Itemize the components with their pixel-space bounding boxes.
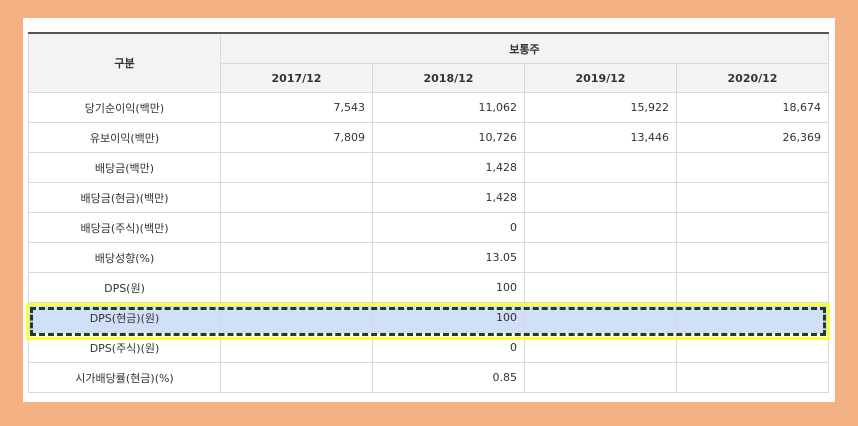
table-cell: 26,369: [676, 122, 829, 153]
header-year: 2020/12: [676, 63, 829, 93]
table-cell: 7,809: [220, 122, 373, 153]
row-label: DPS(원): [28, 272, 221, 303]
row-label: DPS(주식)(원): [28, 332, 221, 363]
table-cell: [220, 182, 373, 213]
table-row: 배당금(주식)(백만) 0: [28, 212, 829, 243]
row-label: 배당금(현금)(백만): [28, 182, 221, 213]
table-cell: [220, 332, 373, 363]
table-cell: 10,726: [372, 122, 525, 153]
table-cell: [524, 182, 677, 213]
table-cell: 100: [372, 302, 525, 333]
row-label: DPS(현금)(원): [28, 302, 221, 333]
table-row: 유보이익(백만) 7,809 10,726 13,446 26,369: [28, 122, 829, 153]
header-category: 구분: [28, 32, 221, 93]
table-cell: [676, 362, 829, 393]
row-label: 당기순이익(백만): [28, 92, 221, 123]
table-row: 시가배당률(현금)(%) 0.85: [28, 362, 829, 393]
table-row-highlighted: DPS(현금)(원) 100: [28, 302, 829, 333]
table-cell: [524, 152, 677, 183]
dividend-table: 구분 보통주 2017/12 2018/12 2019/12 2020/12 당…: [28, 32, 829, 393]
row-label: 배당금(주식)(백만): [28, 212, 221, 243]
table-row: 배당성향(%) 13.05: [28, 242, 829, 273]
table-cell: 0.85: [372, 362, 525, 393]
table-row: 배당금(백만) 1,428: [28, 152, 829, 183]
row-label: 시가배당률(현금)(%): [28, 362, 221, 393]
header-year: 2019/12: [524, 63, 677, 93]
table-cell: [220, 152, 373, 183]
table-cell: [220, 212, 373, 243]
table-cell: [220, 242, 373, 273]
table-cell: [524, 332, 677, 363]
table-cell: [524, 272, 677, 303]
table-cell: [676, 242, 829, 273]
table-cell: 7,543: [220, 92, 373, 123]
table-row: DPS(주식)(원) 0: [28, 332, 829, 363]
table-cell: 15,922: [524, 92, 677, 123]
row-label: 배당성향(%): [28, 242, 221, 273]
table-cell: 18,674: [676, 92, 829, 123]
header-common-stock: 보통주: [220, 32, 829, 64]
table-cell: [676, 182, 829, 213]
row-label: 유보이익(백만): [28, 122, 221, 153]
table-cell: 13,446: [524, 122, 677, 153]
table-cell: [220, 302, 373, 333]
table-row: 당기순이익(백만) 7,543 11,062 15,922 18,674: [28, 92, 829, 123]
table-cell: 100: [372, 272, 525, 303]
table-cell: [220, 272, 373, 303]
table-cell: [524, 362, 677, 393]
header-year: 2017/12: [220, 63, 373, 93]
dividend-table-panel: 구분 보통주 2017/12 2018/12 2019/12 2020/12 당…: [23, 18, 835, 402]
table-cell: [676, 332, 829, 363]
table-cell: [524, 302, 677, 333]
table-cell: 13.05: [372, 242, 525, 273]
header-year: 2018/12: [372, 63, 525, 93]
table-cell: [524, 242, 677, 273]
table-cell: 0: [372, 212, 525, 243]
table-cell: 0: [372, 332, 525, 363]
table-cell: [524, 212, 677, 243]
table-cell: [676, 272, 829, 303]
table-row: DPS(원) 100: [28, 272, 829, 303]
orange-frame: 구분 보통주 2017/12 2018/12 2019/12 2020/12 당…: [0, 0, 858, 426]
table-cell: [676, 212, 829, 243]
table-cell: [220, 362, 373, 393]
table-cell: 11,062: [372, 92, 525, 123]
row-label: 배당금(백만): [28, 152, 221, 183]
table-cell: 1,428: [372, 152, 525, 183]
table-cell: [676, 302, 829, 333]
table-cell: 1,428: [372, 182, 525, 213]
table-cell: [676, 152, 829, 183]
table-row: 배당금(현금)(백만) 1,428: [28, 182, 829, 213]
